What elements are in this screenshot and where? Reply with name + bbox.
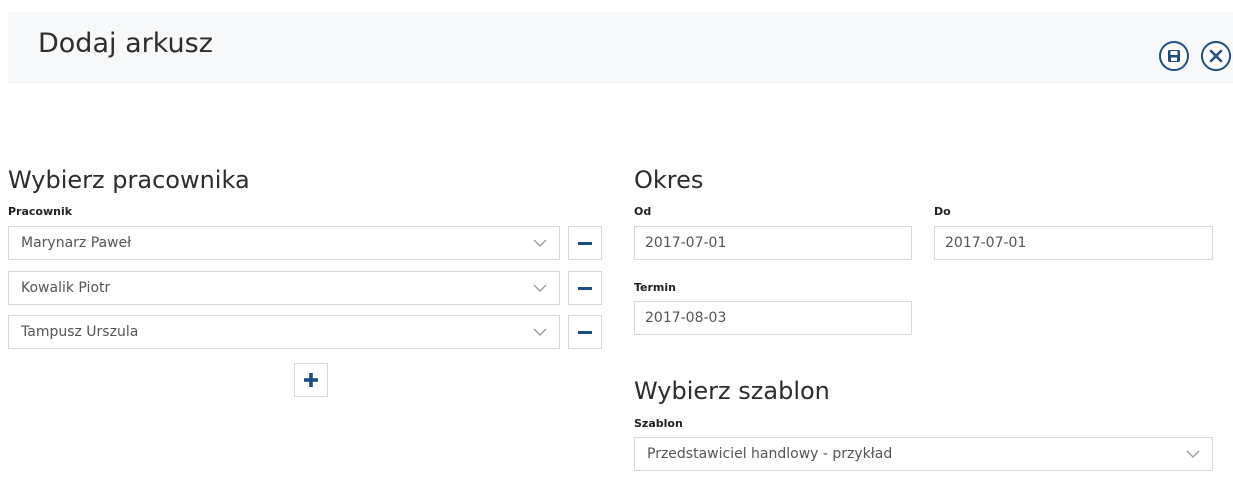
save-button[interactable] <box>1159 41 1189 71</box>
template-select[interactable]: Przedstawiciel handlowy - przykład <box>634 437 1213 471</box>
employee-select-1[interactable]: Marynarz Paweł <box>8 226 560 260</box>
chevron-down-icon <box>1186 450 1200 458</box>
from-label: Od <box>634 205 652 218</box>
deadline-date-input[interactable]: 2017-08-03 <box>634 301 912 335</box>
from-date-value: 2017-07-01 <box>645 235 727 251</box>
minus-icon <box>578 286 592 290</box>
template-field-label: Szablon <box>634 417 683 430</box>
remove-employee-button[interactable] <box>568 226 602 260</box>
plus-icon <box>304 373 318 387</box>
remove-employee-button[interactable] <box>568 271 602 305</box>
page-title: Dodaj arkusz <box>38 28 213 59</box>
employee-field-label: Pracownik <box>8 205 73 218</box>
employees-section-title: Wybierz pracownika <box>8 166 250 194</box>
employee-select-3[interactable]: Tampusz Urszula <box>8 315 560 349</box>
form-content: Wybierz pracownika Pracownik Marynarz Pa… <box>8 83 1233 489</box>
template-select-value: Przedstawiciel handlowy - przykład <box>647 446 893 462</box>
template-section-title: Wybierz szablon <box>634 377 830 405</box>
save-icon <box>1168 50 1180 62</box>
remove-employee-button[interactable] <box>568 315 602 349</box>
page-header: Dodaj arkusz <box>8 12 1233 83</box>
minus-icon <box>578 330 592 334</box>
close-button[interactable] <box>1201 41 1231 71</box>
chevron-down-icon <box>533 239 547 247</box>
from-date-input[interactable]: 2017-07-01 <box>634 226 912 260</box>
add-employee-button[interactable] <box>294 363 328 397</box>
deadline-date-value: 2017-08-03 <box>645 310 727 326</box>
employee-select-value: Marynarz Paweł <box>21 235 132 251</box>
close-icon <box>1209 49 1223 63</box>
employee-select-value: Kowalik Piotr <box>21 280 111 296</box>
period-section-title: Okres <box>634 166 704 194</box>
to-date-input[interactable]: 2017-07-01 <box>934 226 1213 260</box>
chevron-down-icon <box>533 284 547 292</box>
to-date-value: 2017-07-01 <box>945 235 1027 251</box>
employee-select-value: Tampusz Urszula <box>21 324 139 340</box>
employee-select-2[interactable]: Kowalik Piotr <box>8 271 560 305</box>
chevron-down-icon <box>533 328 547 336</box>
deadline-label: Termin <box>634 281 676 294</box>
minus-icon <box>578 241 592 245</box>
to-label: Do <box>934 205 951 218</box>
